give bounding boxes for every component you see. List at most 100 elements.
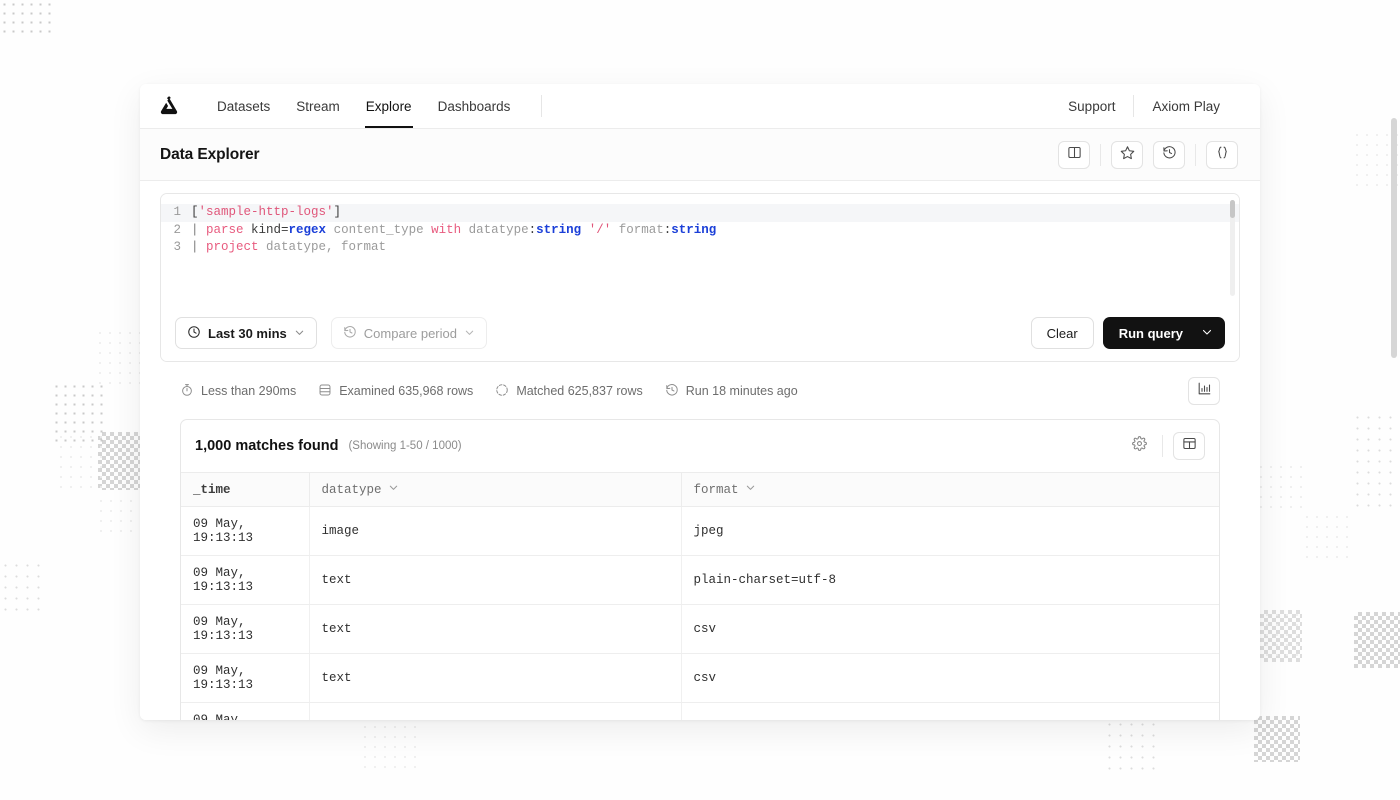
- run-query-label: Run query: [1119, 326, 1183, 341]
- results-subtitle: (Showing 1-50 / 1000): [348, 440, 461, 452]
- time-range-label: Last 30 mins: [208, 326, 287, 341]
- table-cell-format: plain-charset=utf-8: [681, 556, 1219, 605]
- line-number: 2: [161, 222, 191, 240]
- header-divider-1: [1100, 144, 1101, 166]
- code-lines: 1['sample-http-logs']2| parse kind=regex…: [161, 204, 1239, 257]
- stat-duration: Less than 290ms: [180, 383, 296, 400]
- nav-item-axiom-play[interactable]: Axiom Play: [1134, 99, 1238, 114]
- bar-chart-icon: [1197, 381, 1212, 401]
- stat-label: Matched 625,837 rows: [516, 384, 642, 398]
- stat-label: Run 18 minutes ago: [686, 384, 798, 398]
- page-header: Data Explorer: [140, 129, 1260, 181]
- nav-item-label: Dashboards: [438, 99, 511, 114]
- axiom-logo[interactable]: [156, 93, 182, 119]
- stopwatch-icon: [180, 383, 194, 400]
- code-token: [424, 223, 432, 237]
- table-row[interactable]: 09 May, 19:13:13textcss: [181, 703, 1219, 721]
- column-header-format[interactable]: format: [681, 473, 1219, 507]
- compare-period-picker[interactable]: Compare period: [331, 317, 487, 349]
- app-root: Datasets Stream Explore Dashboards Suppo…: [0, 0, 1400, 800]
- table-row[interactable]: 09 May, 19:13:13textcsv: [181, 605, 1219, 654]
- chevron-down-icon[interactable]: [745, 482, 756, 497]
- table-cell-format: css: [681, 703, 1219, 721]
- results-settings-button[interactable]: [1126, 433, 1152, 459]
- table-cell-_time: 09 May, 19:13:13: [181, 605, 309, 654]
- code-token: [326, 223, 334, 237]
- line-number: 1: [161, 204, 191, 222]
- query-toolbar: Last 30 mins Compare period: [161, 307, 1239, 361]
- code-token: [611, 223, 619, 237]
- column-label: _time: [193, 483, 231, 497]
- code-token: datatype: [469, 223, 529, 237]
- nav-item-label: Stream: [296, 99, 340, 114]
- stats-right: [1188, 377, 1220, 405]
- clock-icon: [187, 325, 201, 342]
- chevron-down-icon[interactable]: [388, 482, 399, 497]
- nav-item-stream[interactable]: Stream: [283, 84, 353, 128]
- top-navigation: Datasets Stream Explore Dashboards Suppo…: [140, 84, 1260, 129]
- code-token: |: [191, 223, 206, 237]
- chart-toggle-button[interactable]: [1188, 377, 1220, 405]
- page-title: Data Explorer: [160, 146, 260, 164]
- query-editor[interactable]: 1['sample-http-logs']2| parse kind=regex…: [161, 194, 1239, 307]
- code-line[interactable]: 3| project datatype, format: [161, 239, 1239, 257]
- decor-dots-9: [1256, 462, 1304, 508]
- nav-item-label: Axiom Play: [1152, 99, 1220, 114]
- gear-icon: [1132, 436, 1147, 456]
- code-line[interactable]: 2| parse kind=regex content_type with da…: [161, 222, 1239, 240]
- header-actions: [1058, 141, 1238, 169]
- nav-item-dashboards[interactable]: Dashboards: [425, 84, 524, 128]
- table-row[interactable]: 09 May, 19:13:13imagejpeg: [181, 507, 1219, 556]
- time-range-picker[interactable]: Last 30 mins: [175, 317, 317, 349]
- decor-dots-7: [360, 722, 422, 774]
- database-icon: [318, 383, 332, 400]
- nav-item-datasets[interactable]: Datasets: [204, 84, 283, 128]
- decor-dots-10: [1352, 412, 1400, 510]
- table-row[interactable]: 09 May, 19:13:13textplain-charset=utf-8: [181, 556, 1219, 605]
- nav-item-explore[interactable]: Explore: [353, 84, 425, 128]
- run-query-button[interactable]: Run query: [1103, 317, 1225, 349]
- nav-items: Datasets Stream Explore Dashboards: [204, 84, 542, 128]
- code-text[interactable]: | project datatype, format: [191, 239, 386, 257]
- decor-dots-1: [0, 0, 54, 34]
- code-text[interactable]: | parse kind=regex content_type with dat…: [191, 222, 716, 240]
- query-stats: Less than 290ms Examined 635,968 rows: [160, 362, 1240, 419]
- nav-item-support[interactable]: Support: [1050, 99, 1133, 114]
- table-header-row: _time datatype: [181, 473, 1219, 507]
- stat-run-time: Run 18 minutes ago: [665, 383, 798, 400]
- column-header-time[interactable]: _time: [181, 473, 309, 507]
- code-token: regex: [289, 223, 327, 237]
- query-history-button[interactable]: [1153, 141, 1185, 169]
- compare-period-label: Compare period: [364, 326, 457, 341]
- nav-item-label: Support: [1068, 99, 1115, 114]
- chevron-down-icon: [464, 326, 475, 341]
- column-header-datatype[interactable]: datatype: [309, 473, 681, 507]
- stat-label: Less than 290ms: [201, 384, 296, 398]
- code-token: |: [191, 240, 206, 254]
- code-token: content_type: [334, 223, 424, 237]
- table-cell-datatype: image: [309, 507, 681, 556]
- code-line[interactable]: 1['sample-http-logs']: [161, 204, 1239, 222]
- page-scrollbar[interactable]: [1391, 118, 1397, 358]
- code-token: string: [536, 223, 581, 237]
- table-cell-_time: 09 May, 19:13:13: [181, 703, 309, 721]
- code-token: [: [191, 205, 199, 219]
- table-row[interactable]: 09 May, 19:13:13textcsv: [181, 654, 1219, 703]
- chevron-down-icon[interactable]: [1201, 326, 1213, 341]
- starred-queries-button[interactable]: [1111, 141, 1143, 169]
- decor-dots-6: [0, 560, 46, 616]
- code-text[interactable]: ['sample-http-logs']: [191, 204, 341, 222]
- editor-scrollbar[interactable]: [1230, 200, 1235, 296]
- results-header: 1,000 matches found (Showing 1-50 / 1000…: [181, 420, 1219, 472]
- app-window: Datasets Stream Explore Dashboards Suppo…: [140, 84, 1260, 720]
- table-cell-_time: 09 May, 19:13:13: [181, 556, 309, 605]
- nav-right-group: Support Axiom Play: [1050, 95, 1238, 117]
- results-layout-button[interactable]: [1173, 432, 1205, 460]
- table-cell-datatype: text: [309, 556, 681, 605]
- code-token: 'sample-http-logs': [199, 205, 334, 219]
- api-snippet-button[interactable]: [1206, 141, 1238, 169]
- explorer-body: 1['sample-http-logs']2| parse kind=regex…: [140, 181, 1260, 720]
- code-token: format: [619, 223, 664, 237]
- clear-button[interactable]: Clear: [1031, 317, 1094, 349]
- panel-toggle-button[interactable]: [1058, 141, 1090, 169]
